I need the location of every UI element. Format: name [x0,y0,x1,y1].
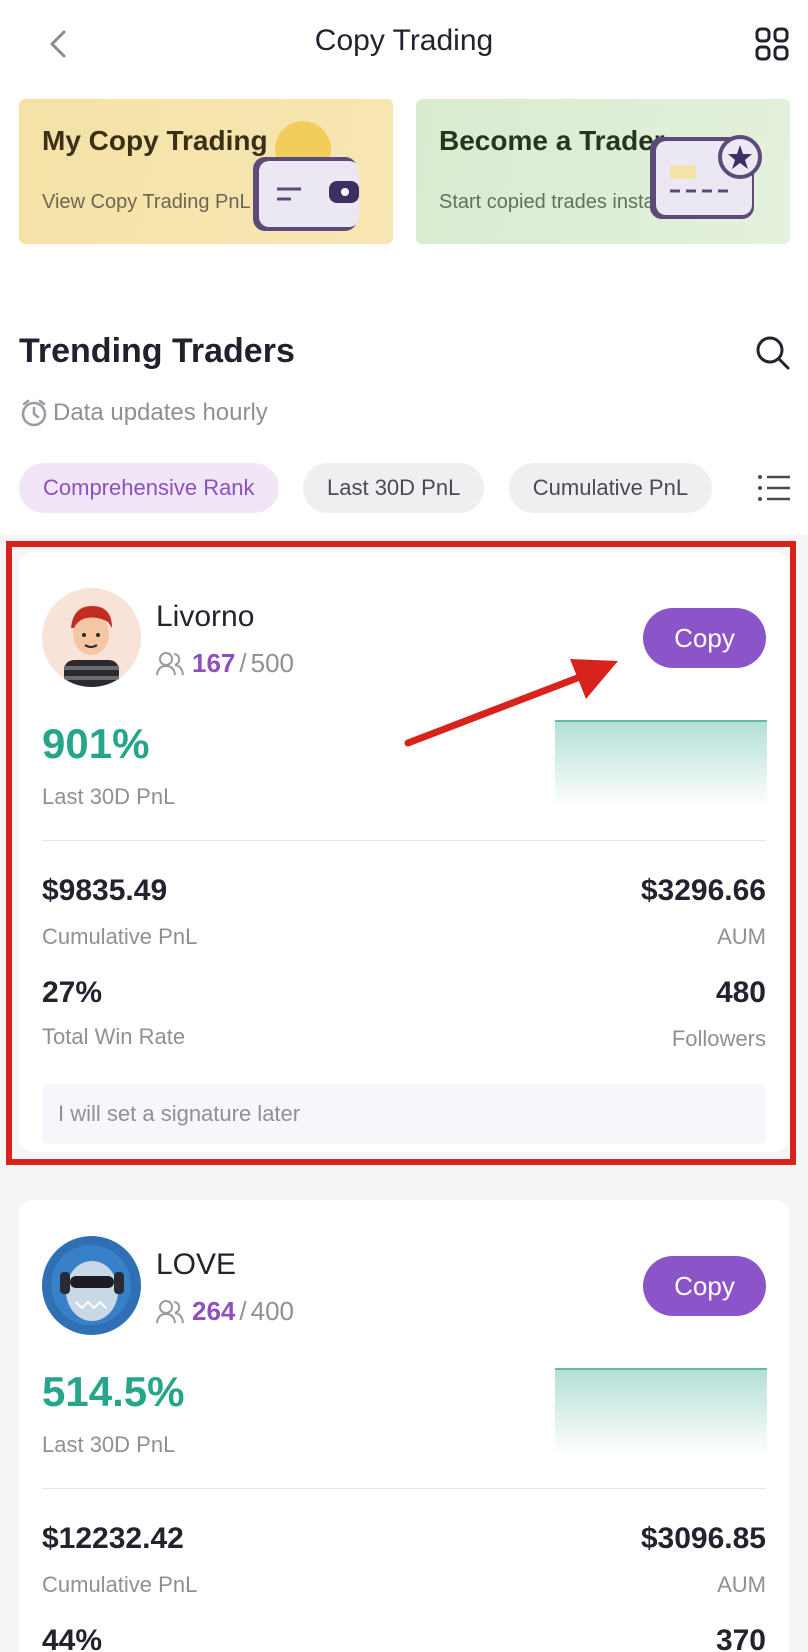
copier-count: 264 / 400 [156,1296,294,1327]
banner-subtitle: View Copy Trading PnL [42,191,251,213]
grid-menu-icon[interactable] [752,24,792,64]
trader-card[interactable]: LOVE 264 / 400 Copy 514.5% Last 30D PnL … [19,1200,789,1652]
cumulative-pnl-value: $9835.49 [42,874,168,907]
become-trader-banner[interactable]: Become a Trader Start copied trades inst… [416,99,790,244]
sort-filter-tabs: Comprehensive Rank Last 30D PnL Cumulati… [19,463,729,513]
filter-comprehensive-rank[interactable]: Comprehensive Rank [19,463,279,513]
max-copiers: 500 [250,648,295,678]
pnl-30d-value: 514.5% [42,1368,185,1415]
aum-label: AUM [717,1572,766,1597]
aum-label: AUM [717,924,766,949]
win-rate-label: Total Win Rate [42,1024,186,1049]
followers-icon [156,1299,184,1323]
win-rate-value: 27% [42,976,103,1009]
cumulative-pnl-label: Cumulative PnL [42,1572,198,1597]
max-copiers: 400 [250,1296,295,1326]
followers-value: 480 [715,976,766,1009]
trader-name[interactable]: LOVE [156,1248,236,1282]
filter-cumulative-pnl[interactable]: Cumulative PnL [508,463,713,513]
pnl-sparkline [555,720,767,806]
aum-value: $3296.66 [640,874,766,907]
cumulative-pnl-label: Cumulative PnL [42,924,198,949]
pnl-30d-label: Last 30D PnL [42,1432,176,1457]
trader-card[interactable]: Livorno 167 / 500 Copy 901% Last 30D PnL… [19,552,789,1152]
filter-last-30d-pnl[interactable]: Last 30D PnL [303,463,485,513]
copier-count: 167 / 500 [156,648,294,679]
divider [42,840,766,841]
section-title: Trending Traders [19,332,295,370]
followers-icon [156,651,184,675]
banner-title: Become a Trader [439,125,665,156]
current-copiers: 264 [192,1296,236,1326]
divider [42,1488,766,1489]
header: Copy Trading [0,0,808,90]
win-rate-value: 44% [42,1624,103,1652]
cumulative-pnl-value: $12232.42 [42,1522,184,1555]
data-update-text: Data updates hourly [53,399,268,426]
trader-signature: I will set a signature later [42,1084,766,1144]
wallet-icon [253,121,359,231]
search-icon[interactable] [752,332,792,372]
pnl-30d-value: 901% [42,720,150,767]
followers-value: 370 [715,1624,766,1652]
clock-icon [21,399,47,427]
pnl-sparkline [555,1368,767,1454]
avatar [42,588,141,687]
copy-button[interactable]: Copy [643,1256,766,1316]
copy-button[interactable]: Copy [643,608,766,668]
banner-subtitle: Start copied trades insta... [439,191,672,213]
my-copy-trading-banner[interactable]: My Copy Trading View Copy Trading PnL [19,99,393,244]
separator: / [239,648,247,678]
separator: / [239,1296,247,1326]
data-update-note: Data updates hourly [19,396,268,430]
id-card-icon [650,135,762,219]
banner-title: My Copy Trading [42,125,268,156]
current-copiers: 167 [192,648,236,678]
trader-name[interactable]: Livorno [156,600,254,634]
page-title: Copy Trading [314,24,494,57]
pnl-30d-label: Last 30D PnL [42,784,176,809]
avatar [42,1236,141,1335]
list-filter-icon[interactable] [756,471,792,505]
aum-value: $3096.85 [640,1522,766,1555]
followers-label: Followers [671,1026,766,1051]
